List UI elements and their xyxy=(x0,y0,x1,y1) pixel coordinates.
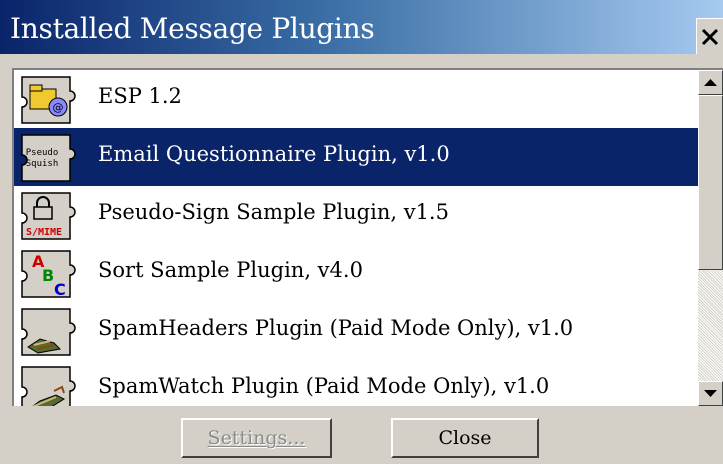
close-icon xyxy=(701,28,719,45)
icon-letter-b: B xyxy=(42,266,54,285)
scroll-up-arrow-icon xyxy=(704,79,717,86)
icon-letter-c: C xyxy=(54,280,66,299)
settings-button-label: Settings... xyxy=(207,427,306,449)
plugin-label: Email Questionnaire Plugin, v1.0 xyxy=(98,142,450,166)
scrollbar-thumb[interactable] xyxy=(698,95,723,270)
plugin-label: ESP 1.2 xyxy=(98,84,182,108)
plugin-row-esp[interactable]: @ ESP 1.2 xyxy=(14,70,698,128)
pseudo-squish-plugin-icon: Pseudo Squish xyxy=(21,134,76,182)
esp-plugin-icon: @ xyxy=(21,76,76,124)
smime-lock-plugin-icon: S/MIME xyxy=(21,192,76,240)
scroll-up-button[interactable] xyxy=(698,70,723,95)
window-title: Installed Message Plugins xyxy=(10,12,375,45)
close-button-label: Close xyxy=(438,427,492,449)
icon-text-pseudo: Pseudo xyxy=(26,148,59,158)
abc-sort-plugin-icon: A B C xyxy=(21,250,76,299)
close-window-button[interactable] xyxy=(696,18,723,54)
plugin-list[interactable]: @ ESP 1.2 Pseudo Squish Email Questionna… xyxy=(14,70,698,406)
plugin-row-pseudo-sign[interactable]: S/MIME Pseudo-Sign Sample Plugin, v1.5 xyxy=(14,186,698,244)
settings-button[interactable]: Settings... xyxy=(181,418,332,458)
plugin-row-sort-sample[interactable]: A B C Sort Sample Plugin, v4.0 xyxy=(14,244,698,302)
icon-text-squish: Squish xyxy=(26,159,59,169)
plugin-row-spamheaders[interactable]: SpamHeaders Plugin (Paid Mode Only), v1.… xyxy=(14,302,698,360)
scroll-down-arrow-icon xyxy=(704,390,717,397)
close-button[interactable]: Close xyxy=(391,418,539,458)
scroll-down-button[interactable] xyxy=(698,381,723,406)
plugin-label: Sort Sample Plugin, v4.0 xyxy=(98,258,363,282)
plugin-label: SpamHeaders Plugin (Paid Mode Only), v1.… xyxy=(98,316,574,340)
plugin-label: Pseudo-Sign Sample Plugin, v1.5 xyxy=(98,200,449,224)
svg-text:@: @ xyxy=(53,101,64,114)
spam-watch-plugin-icon xyxy=(21,366,76,406)
icon-text-smime: S/MIME xyxy=(26,227,62,238)
plugin-row-email-questionnaire[interactable]: Pseudo Squish Email Questionnaire Plugin… xyxy=(14,128,698,186)
title-bar: Installed Message Plugins xyxy=(0,0,723,54)
vertical-scrollbar[interactable] xyxy=(698,70,723,406)
spam-headers-plugin-icon xyxy=(21,308,76,356)
plugin-label: SpamWatch Plugin (Paid Mode Only), v1.0 xyxy=(98,374,550,398)
plugin-row-spamwatch[interactable]: SpamWatch Plugin (Paid Mode Only), v1.0 xyxy=(14,360,698,406)
plugin-list-frame: @ ESP 1.2 Pseudo Squish Email Questionna… xyxy=(12,68,723,406)
